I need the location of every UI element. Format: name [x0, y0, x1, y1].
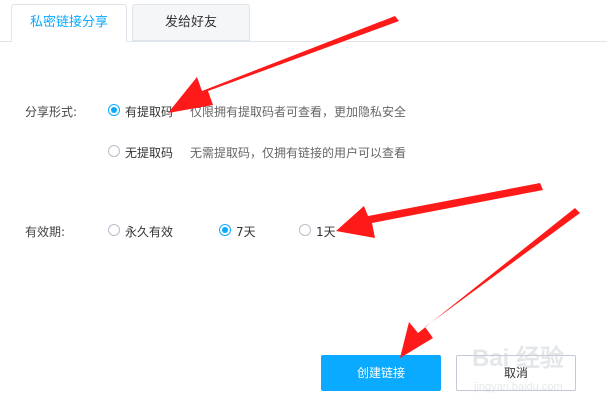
- annotation-arrows: [168, 16, 580, 358]
- option-without-code-desc: 无需提取码，仅拥有链接的用户可以查看: [190, 146, 407, 160]
- arrow-2-icon: [336, 183, 543, 238]
- cancel-button[interactable]: 取消: [456, 355, 576, 391]
- validity-label: 有效期:: [25, 225, 66, 239]
- option-permanent-label[interactable]: 永久有效: [125, 223, 173, 240]
- share-form-label: 分享形式:: [25, 105, 78, 119]
- radio-with-code[interactable]: [108, 104, 120, 116]
- option-1-day-label[interactable]: 1天: [316, 223, 336, 240]
- tab-bar: 私密链接分享 发给好友: [0, 0, 607, 42]
- option-without-code-label[interactable]: 无提取码: [125, 144, 173, 161]
- create-link-button[interactable]: 创建链接: [321, 355, 441, 391]
- radio-permanent[interactable]: [108, 224, 120, 236]
- option-with-code-label[interactable]: 有提取码: [125, 103, 173, 120]
- tab-private-link[interactable]: 私密链接分享: [11, 4, 127, 42]
- radio-1-day[interactable]: [299, 224, 311, 236]
- tab-send-friend[interactable]: 发给好友: [132, 4, 250, 41]
- radio-7-days[interactable]: [219, 224, 231, 236]
- radio-without-code[interactable]: [108, 145, 120, 157]
- share-dialog: 私密链接分享 发给好友 分享形式: 有提取码 仅限拥有提取码者可查看，更加隐私安…: [0, 0, 607, 407]
- arrow-3-icon: [400, 208, 580, 358]
- option-7-days-label[interactable]: 7天: [236, 223, 256, 240]
- option-with-code-desc: 仅限拥有提取码者可查看，更加隐私安全: [190, 105, 407, 119]
